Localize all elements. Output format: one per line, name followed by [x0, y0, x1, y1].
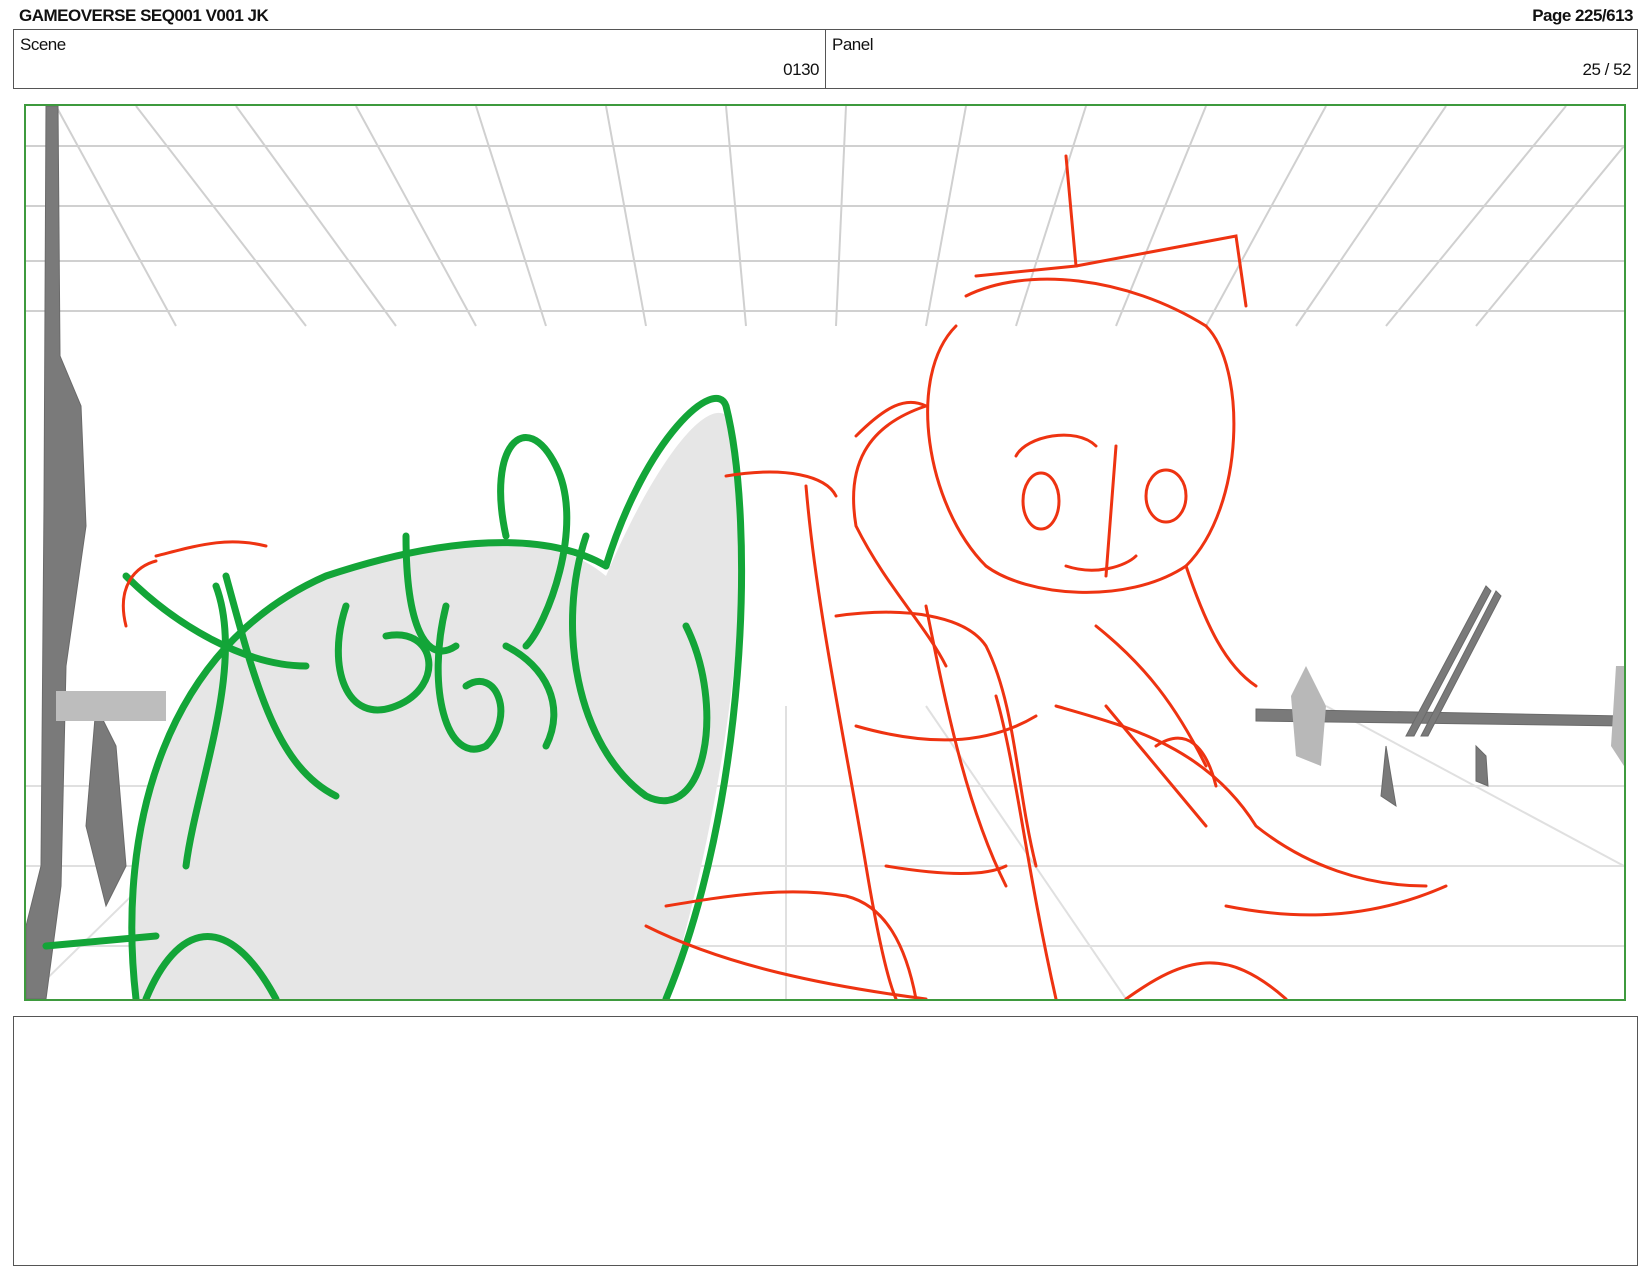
storyboard-sketch	[26, 106, 1624, 999]
panel-value: 25 / 52	[1582, 60, 1632, 79]
scene-cell: Scene 0130	[14, 30, 825, 88]
scene-panel-info: Scene 0130 Panel 25 / 52	[13, 29, 1638, 89]
scene-value: 0130	[783, 60, 819, 79]
storyboard-panel-frame	[24, 104, 1626, 1001]
scene-label: Scene	[20, 35, 66, 54]
panel-cell: Panel 25 / 52	[825, 30, 1637, 88]
ceiling-grid	[26, 106, 1624, 327]
panel-label: Panel	[832, 35, 873, 54]
panel-notes-box	[13, 1016, 1638, 1266]
document-title: GAMEOVERSE SEQ001 V001 JK	[19, 6, 269, 25]
page-number: Page 225/613	[1532, 6, 1633, 25]
